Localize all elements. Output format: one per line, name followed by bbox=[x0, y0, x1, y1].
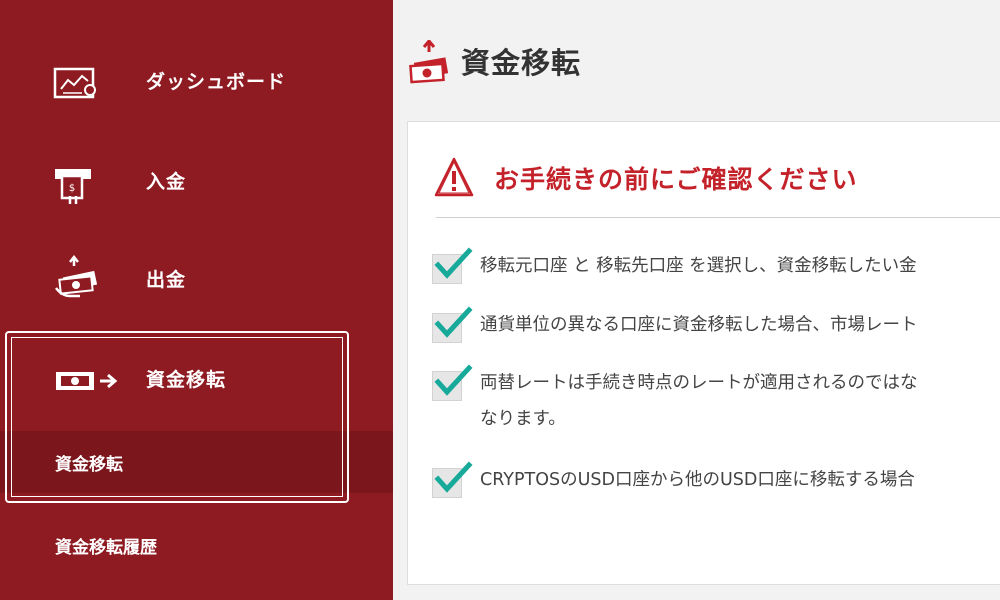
list-item-text: CRYPTOSのUSD口座から他のUSD口座に移転する場合 bbox=[480, 470, 915, 490]
list-item-text: 移転元口座 と 移転先口座 を選択し、資金移転したい金 bbox=[480, 256, 917, 276]
sidebar-item-deposit[interactable]: $ 入金 bbox=[0, 152, 393, 212]
checkbox-checked bbox=[432, 364, 473, 401]
checkmark-icon bbox=[434, 364, 473, 396]
hand-money-withdraw-icon bbox=[52, 254, 102, 298]
sidebar: ダッシュボード $ 入金 出金 資金移転 資金移転 資金移転履歴 bbox=[0, 0, 393, 600]
checkmark-icon bbox=[434, 306, 473, 338]
sidebar-item-dashboard[interactable]: ダッシュボード bbox=[0, 52, 393, 112]
dashboard-chart-icon bbox=[52, 66, 102, 100]
page-header: 資金移転 bbox=[393, 0, 1000, 120]
notice-card: お手続きの前にご確認ください 移転元口座 と 移転先口座 を選択し、資金移転した… bbox=[407, 121, 1000, 585]
checkmark-icon bbox=[434, 461, 473, 493]
highlight-frame-inner bbox=[11, 337, 343, 497]
sidebar-item-label: 出金 bbox=[146, 269, 187, 291]
money-transfer-up-icon bbox=[409, 38, 449, 90]
page-title: 資金移転 bbox=[461, 46, 582, 80]
warning-triangle-icon bbox=[434, 156, 474, 200]
list-item-text: 通貨単位の異なる口座に資金移転した場合、市場レート bbox=[480, 315, 918, 335]
sidebar-subitem-transfer-history[interactable]: 資金移転履歴 bbox=[0, 520, 393, 570]
checkmark-icon bbox=[434, 247, 473, 279]
atm-deposit-icon: $ bbox=[52, 166, 102, 204]
sidebar-item-withdraw[interactable]: 出金 bbox=[0, 250, 393, 310]
sidebar-subitem-label: 資金移転履歴 bbox=[55, 538, 157, 558]
svg-text:$: $ bbox=[69, 183, 75, 194]
checkbox-checked bbox=[432, 247, 473, 284]
list-item-text-continued: なります。 bbox=[480, 409, 566, 429]
sidebar-item-label: ダッシュボード bbox=[146, 71, 287, 93]
sidebar-item-label: 入金 bbox=[146, 171, 187, 193]
highlight-frame bbox=[5, 331, 349, 503]
checkbox-checked bbox=[432, 306, 473, 343]
checkbox-checked bbox=[432, 461, 473, 498]
list-item-text: 両替レートは手続き時点のレートが適用されるのではな bbox=[480, 373, 918, 393]
divider bbox=[436, 217, 1000, 218]
notice-title: お手続きの前にご確認ください bbox=[494, 165, 858, 194]
